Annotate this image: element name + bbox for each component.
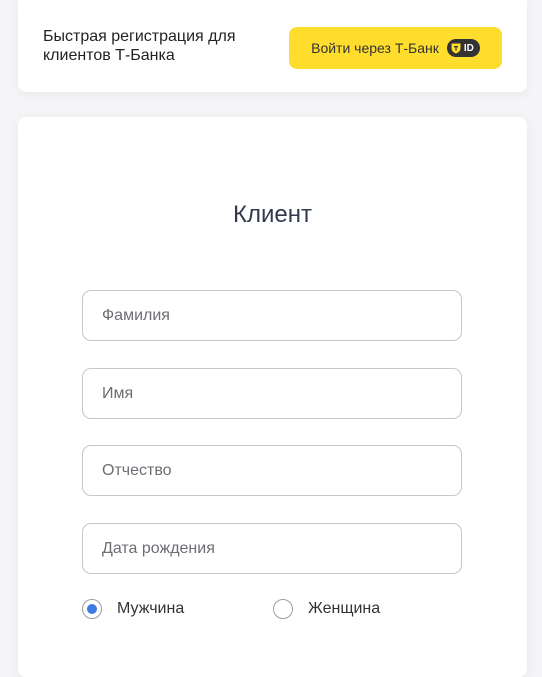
patronymic-input[interactable] bbox=[83, 446, 461, 495]
last-name-field-box bbox=[82, 290, 462, 341]
birth-date-field-box bbox=[82, 523, 462, 574]
gender-radio-male[interactable]: Мужчина bbox=[82, 599, 184, 619]
radio-selected-dot bbox=[87, 604, 97, 614]
first-name-input[interactable] bbox=[83, 369, 461, 418]
tbank-id-badge: ID bbox=[446, 39, 480, 57]
last-name-input[interactable] bbox=[83, 291, 461, 340]
id-badge-text: ID bbox=[463, 42, 474, 54]
tbank-shield-icon bbox=[451, 43, 461, 53]
tbank-login-label: Войти через Т-Банк bbox=[311, 40, 439, 56]
radio-female-circle[interactable] bbox=[273, 599, 293, 619]
patronymic-field-box bbox=[82, 445, 462, 496]
tbank-banner: Быстрая регистрация для клиентов Т-Банка… bbox=[18, 0, 527, 92]
tbank-login-button[interactable]: Войти через Т-Банк ID bbox=[289, 27, 502, 69]
radio-female-label: Женщина bbox=[308, 600, 381, 617]
client-form-card: Клиент Мужчина Женщина bbox=[18, 117, 527, 677]
form-title: Клиент bbox=[233, 201, 312, 228]
first-name-field-box bbox=[82, 368, 462, 419]
promo-text: Быстрая регистрация для клиентов Т-Банка bbox=[43, 28, 236, 64]
radio-male-circle[interactable] bbox=[82, 599, 102, 619]
gender-radio-female[interactable]: Женщина bbox=[273, 599, 380, 619]
radio-male-label: Мужчина bbox=[117, 600, 185, 617]
birth-date-input[interactable] bbox=[83, 524, 461, 573]
